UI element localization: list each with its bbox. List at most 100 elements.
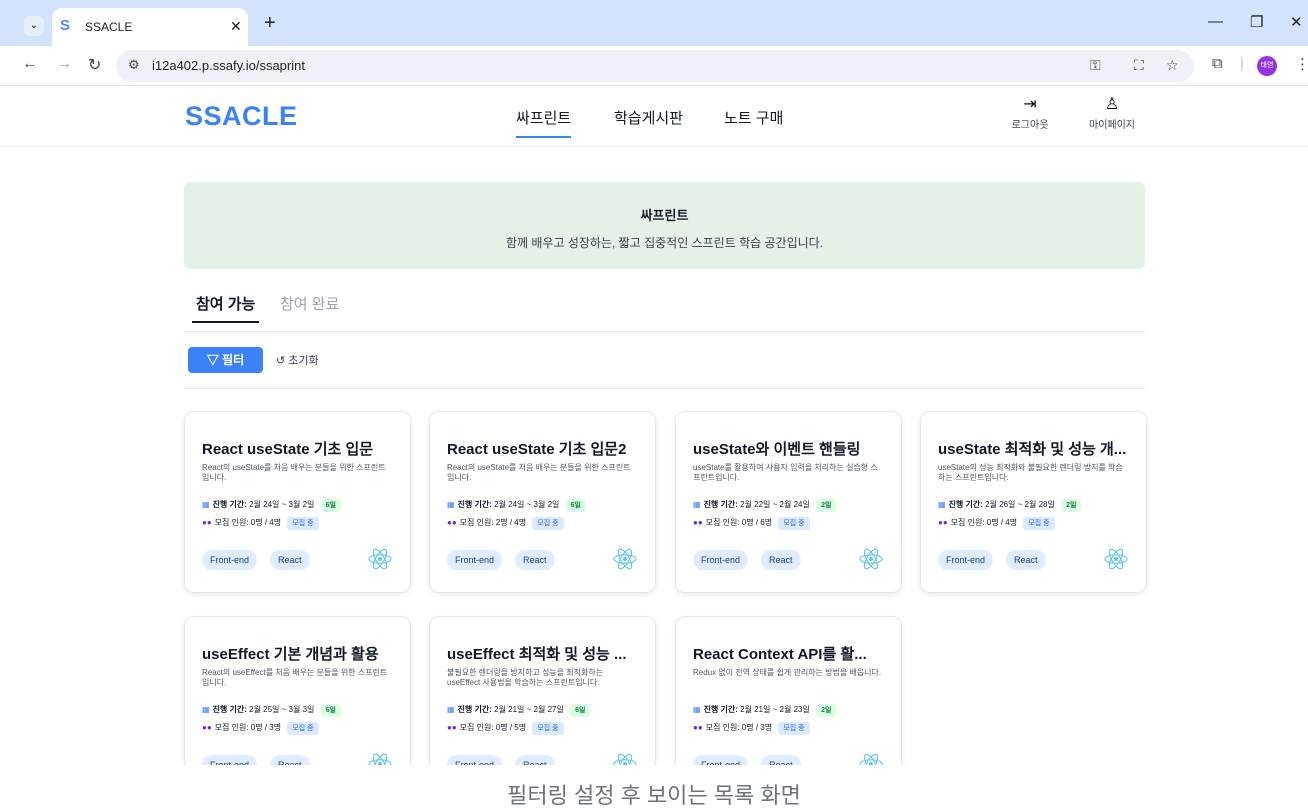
omnibox[interactable]: ⚙ i12a402.p.ssafy.io/ssaprint ⚿ ⛶ ☆ [116, 50, 1194, 82]
tag-frontend[interactable]: Front-end [202, 550, 258, 570]
members-value: 0명 / 5명 [495, 723, 527, 732]
card-members-row: ●● 모집 인원: 0명 / 5명 모집 중 [447, 722, 564, 735]
members-label: 모집 인원: [214, 518, 249, 527]
site-logo[interactable]: SSACLE [185, 101, 298, 132]
sprint-card[interactable]: React Context API를 활... Redux 없이 전역 상태를 … [675, 616, 902, 776]
filter-icon: ▽ [206, 353, 219, 367]
mypage-button[interactable]: ♙ 마이페이지 [1072, 96, 1152, 131]
card-description: 불필요한 렌더링을 방지하고 성능을 최적화하는 useEffect 사용법을 … [447, 668, 604, 687]
tab-title: SSACLE [85, 20, 133, 34]
calendar-icon: ▦ [938, 500, 946, 509]
period-value: 2월 21일 ~ 2월 23일 [740, 705, 810, 714]
status-badge: 모집 중 [1023, 517, 1055, 530]
card-description: React의 useEffect를 처음 배우는 분들을 위한 스프린트입니다. [202, 668, 388, 687]
logout-label: 로그아웃 [1011, 120, 1049, 131]
people-icon: ●● [938, 518, 948, 527]
people-icon: ●● [693, 723, 703, 732]
screenshot-bottom-mask [0, 765, 1308, 782]
card-title: React useState 기초 입문 [202, 441, 374, 458]
reset-button[interactable]: ↺ 초기화 [276, 352, 319, 368]
tab-completed[interactable]: 참여 완료 [280, 293, 339, 314]
days-badge: 2일 [816, 499, 837, 512]
react-logo-icon [859, 548, 883, 570]
tag-react[interactable]: React [515, 550, 555, 570]
card-members-row: ●● 모집 인원: 0명 / 3명 모집 중 [693, 722, 810, 735]
card-title: useState 최적화 및 성능 개... [938, 441, 1127, 458]
sprint-card[interactable]: useState 최적화 및 성능 개... useState의 성능 최적화와… [920, 411, 1147, 593]
password-key-icon[interactable]: ⚿ [1090, 57, 1101, 74]
logout-button[interactable]: ⇥ 로그아웃 [990, 96, 1070, 131]
profile-avatar[interactable]: 태영 [1257, 56, 1277, 76]
tag-react[interactable]: React [761, 550, 801, 570]
calendar-icon: ▦ [202, 500, 210, 509]
tag-frontend[interactable]: Front-end [693, 550, 749, 570]
people-icon: ●● [202, 723, 212, 732]
period-value: 2월 24일 ~ 3월 2일 [249, 500, 315, 509]
card-title: useEffect 기본 개념과 활용 [202, 646, 379, 663]
members-value: 0명 / 3명 [741, 723, 773, 732]
site-info-icon[interactable]: ⚙ [128, 57, 140, 73]
card-description: React의 useState를 처음 배우는 분들을 위한 스프린트입니다. [447, 463, 631, 482]
days-badge: 6일 [570, 704, 591, 717]
window-close-icon[interactable]: ✕ [1290, 13, 1303, 31]
card-title: React useState 기초 입문2 [447, 441, 627, 458]
members-label: 모집 인원: [214, 723, 249, 732]
card-members-row: ●● 모집 인원: 0명 / 3명 모집 중 [202, 722, 319, 735]
card-title: React Context API를 활... [693, 646, 867, 663]
members-label: 모집 인원: [705, 723, 740, 732]
calendar-icon: ▦ [447, 705, 455, 714]
reload-icon[interactable]: ↻ [88, 55, 101, 75]
minimize-icon[interactable]: — [1208, 13, 1223, 30]
members-label: 모집 인원: [459, 723, 494, 732]
period-label: 진행 기간: [457, 500, 492, 509]
url-text[interactable]: i12a402.p.ssafy.io/ssaprint [152, 58, 305, 73]
tag-frontend[interactable]: Front-end [938, 550, 994, 570]
sprint-card[interactable]: React useState 기초 입문2 React의 useState를 처… [429, 411, 656, 593]
forward-icon[interactable]: → [56, 55, 72, 73]
people-icon: ●● [693, 518, 703, 527]
tag-react[interactable]: React [1006, 550, 1046, 570]
new-tab-icon[interactable]: + [264, 13, 276, 33]
tab-search-dropdown-icon[interactable]: ⌄ [24, 16, 44, 36]
card-members-row: ●● 모집 인원: 0명 / 4명 모집 중 [938, 517, 1055, 530]
sprint-card[interactable]: useEffect 기본 개념과 활용 React의 useEffect를 처음… [184, 616, 411, 776]
period-label: 진행 기간: [212, 705, 247, 714]
reset-label: 초기화 [288, 355, 319, 367]
calendar-icon: ▦ [447, 500, 455, 509]
nav-ssaprint[interactable]: 싸프린트 [516, 107, 572, 138]
menu-kebab-icon[interactable]: ⋮ [1295, 55, 1308, 73]
nav-study-board[interactable]: 학습게시판 [614, 107, 683, 128]
react-logo-icon [368, 548, 392, 570]
status-badge: 모집 중 [287, 722, 319, 735]
filter-button[interactable]: ▽ 필터 [188, 347, 263, 373]
restore-icon[interactable]: ❐ [1250, 13, 1263, 31]
filter-label: 필터 [222, 353, 245, 367]
card-members-row: ●● 모집 인원: 2명 / 4명 모집 중 [447, 517, 564, 530]
status-badge: 모집 중 [778, 517, 810, 530]
sprint-card[interactable]: useEffect 최적화 및 성능 ... 불필요한 렌더링을 방지하고 성능… [429, 616, 656, 776]
tab-available[interactable]: 참여 가능 [191, 293, 260, 323]
translate-icon[interactable]: ⛶ [1134, 57, 1144, 74]
figure-caption: 필터링 설정 후 보이는 목록 화면 [0, 782, 1308, 810]
favicon-icon: S [60, 17, 71, 34]
nav-note-purchase[interactable]: 노트 구매 [724, 107, 783, 128]
address-bar-row: ← → ↻ ⚙ i12a402.p.ssafy.io/ssaprint ⚿ ⛶ … [0, 46, 1308, 86]
members-value: 0명 / 6명 [741, 518, 773, 527]
reset-icon: ↺ [276, 355, 286, 367]
status-badge: 모집 중 [532, 722, 564, 735]
period-label: 진행 기간: [212, 500, 247, 509]
card-period-row: ▦ 진행 기간: 2월 24일 ~ 3월 2일 6일 [202, 499, 341, 512]
card-description: useState를 활용하여 사용자 입력을 처리하는 실습형 스프린트입니다. [693, 463, 878, 482]
back-icon[interactable]: ← [22, 55, 38, 73]
tag-react[interactable]: React [270, 550, 310, 570]
card-period-row: ▦ 진행 기간: 2월 22일 ~ 2월 24일 2일 [693, 499, 837, 512]
status-badge: 모집 중 [287, 517, 319, 530]
extensions-icon[interactable]: ⧉ [1212, 55, 1223, 72]
sprint-card[interactable]: React useState 기초 입문 React의 useState를 처음… [184, 411, 411, 593]
browser-tab[interactable]: S SSACLE ✕ [52, 8, 248, 46]
close-tab-icon[interactable]: ✕ [230, 18, 242, 35]
sprint-card[interactable]: useState와 이벤트 핸들링 useState를 활용하여 사용자 입력을… [675, 411, 902, 593]
tag-frontend[interactable]: Front-end [447, 550, 503, 570]
status-badge: 모집 중 [532, 517, 564, 530]
bookmark-star-icon[interactable]: ☆ [1166, 57, 1179, 74]
